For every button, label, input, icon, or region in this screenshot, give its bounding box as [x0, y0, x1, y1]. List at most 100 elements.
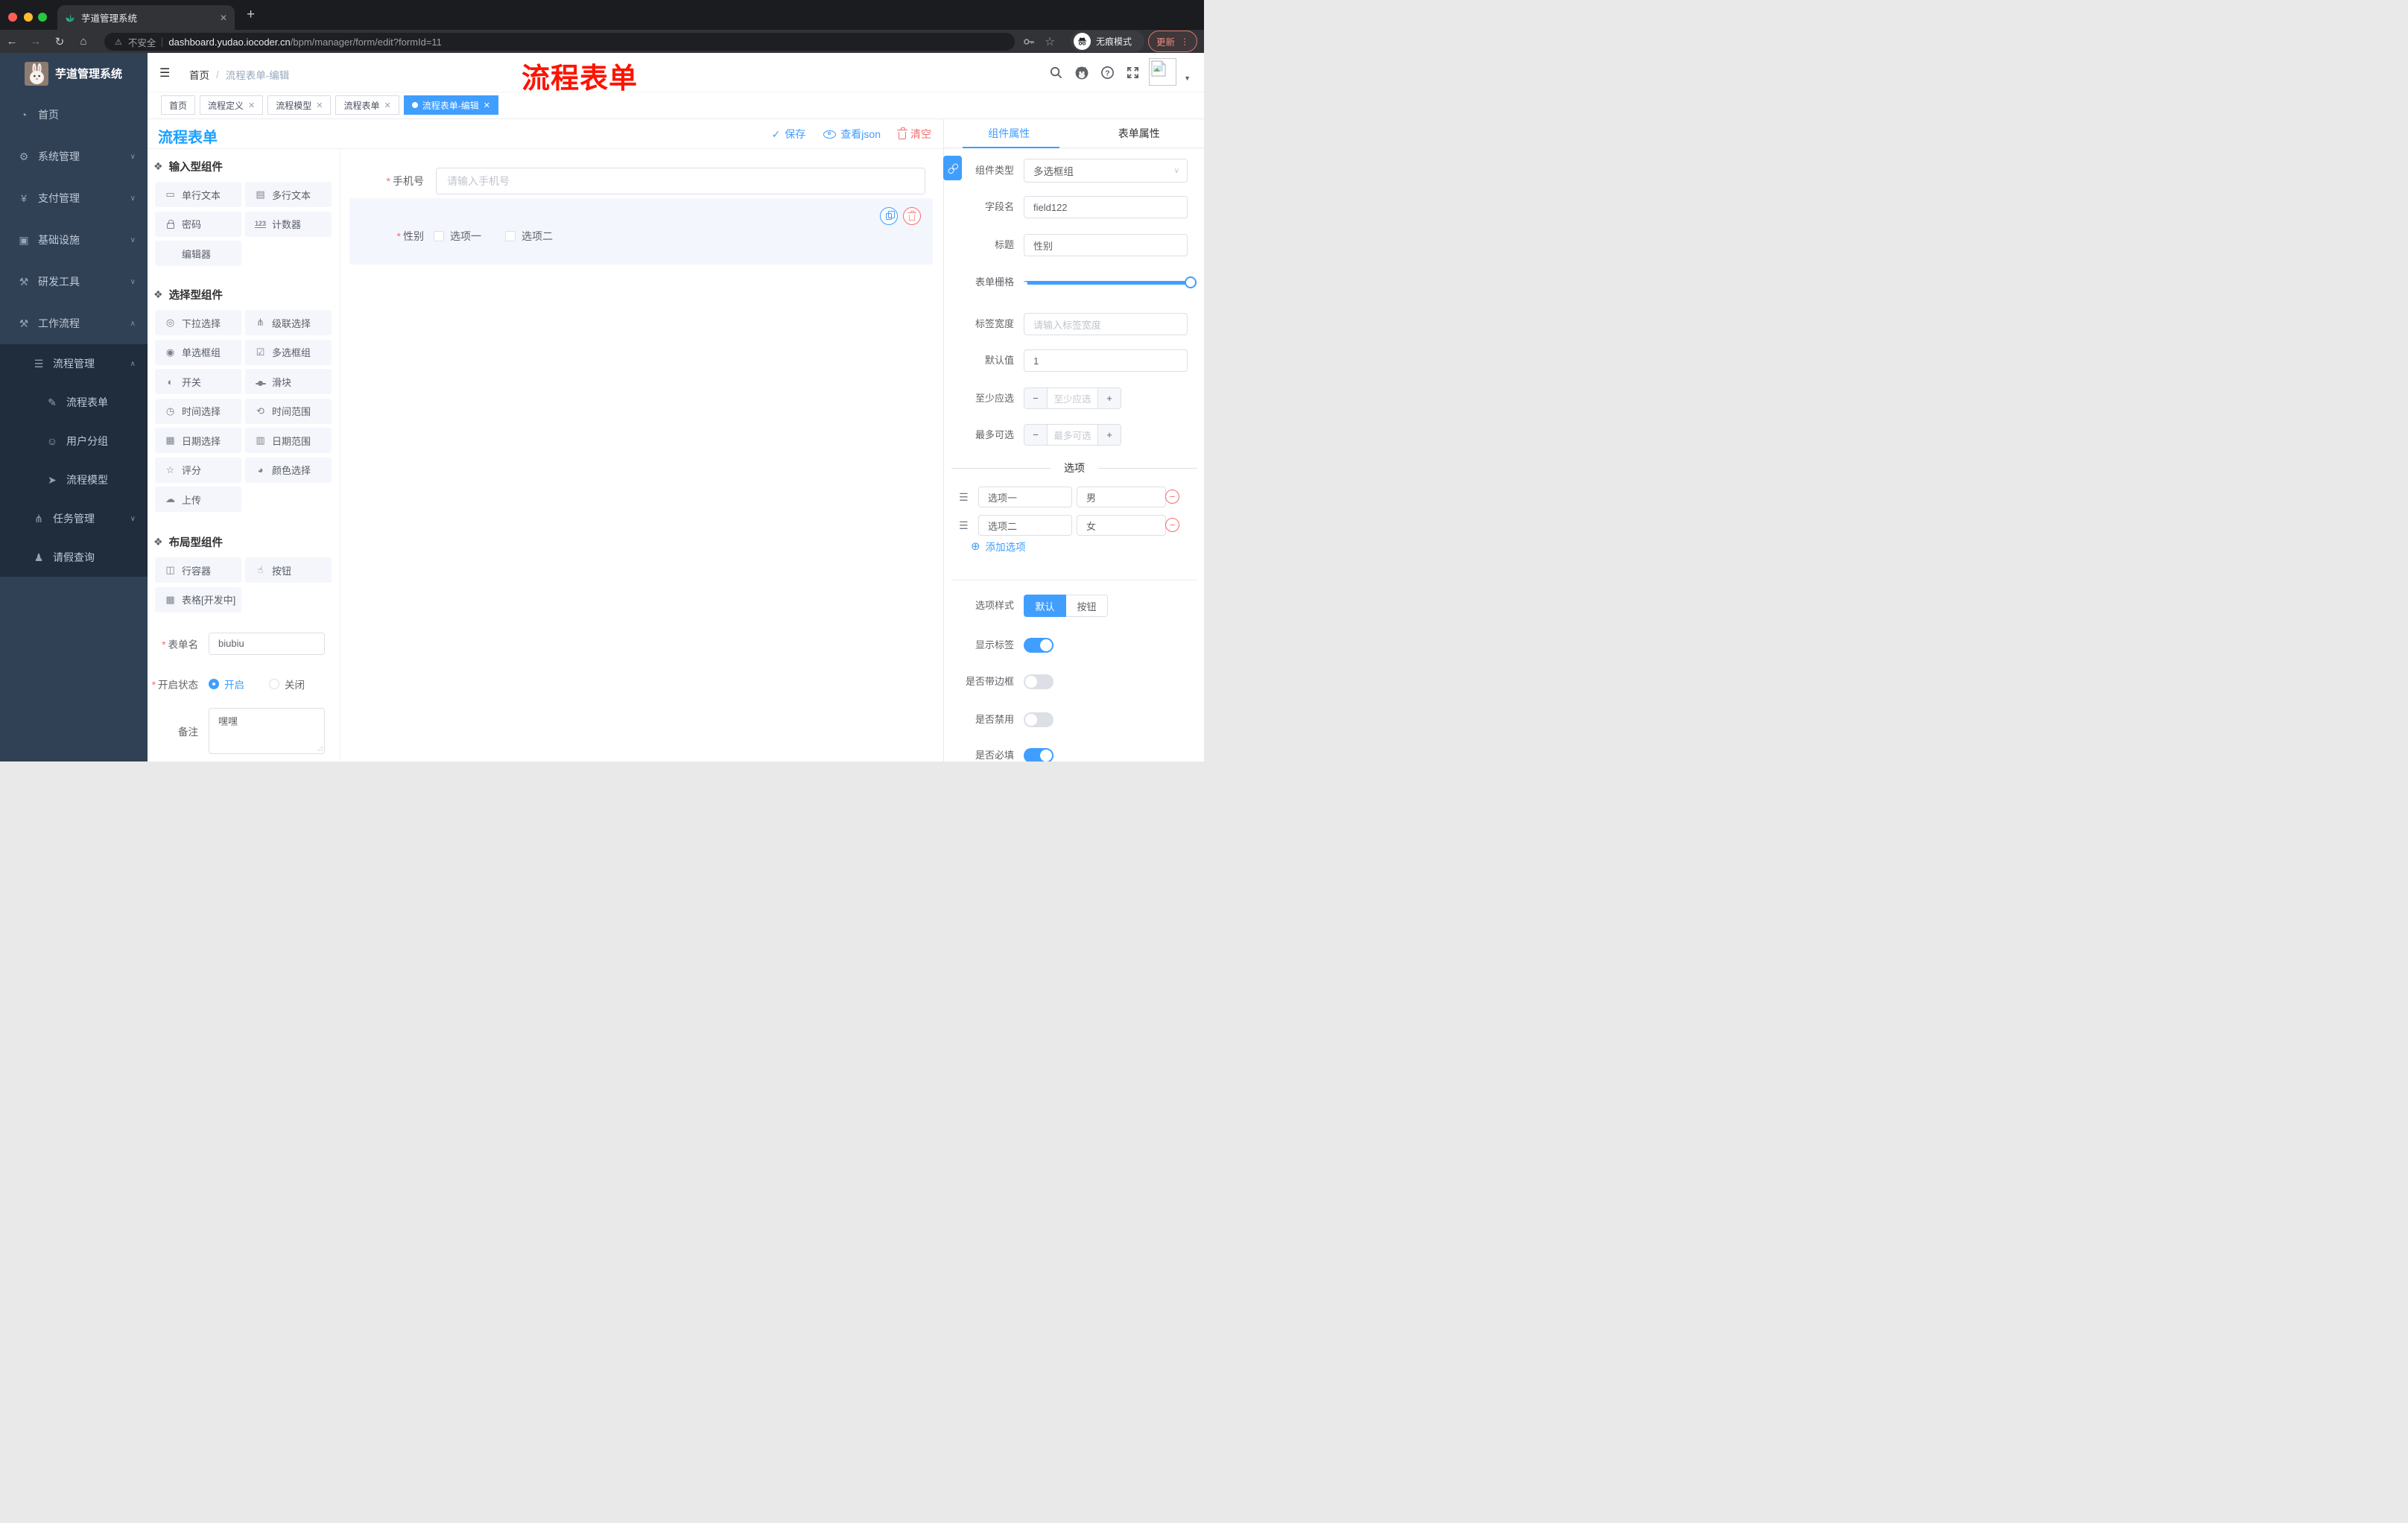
palette-item-计数器[interactable]: 123计数器 — [245, 212, 332, 237]
github-icon[interactable] — [1074, 66, 1089, 80]
delete-component-button[interactable] — [903, 207, 921, 225]
minus-button[interactable]: − — [1024, 425, 1048, 445]
reload-icon[interactable]: ↻ — [48, 35, 72, 48]
tab-close-icon[interactable]: ✕ — [220, 13, 227, 23]
copy-component-button[interactable] — [880, 207, 898, 225]
slider-handle[interactable] — [1185, 276, 1197, 288]
option-style-button[interactable]: 按钮 — [1066, 595, 1108, 617]
radio-open[interactable] — [209, 679, 219, 689]
radio-closed[interactable] — [269, 679, 279, 689]
toggle-switch[interactable] — [1024, 674, 1054, 689]
key-icon[interactable] — [1022, 35, 1036, 48]
view-json-button[interactable]: 查看json — [823, 127, 881, 142]
update-button[interactable]: 更新 ⋮ — [1148, 31, 1197, 52]
browser-menu-icon[interactable]: ⋮ — [1180, 37, 1189, 47]
palette-item-上传[interactable]: ☁上传 — [155, 487, 241, 512]
user-avatar[interactable] — [1149, 58, 1176, 86]
title-input[interactable]: 性别 — [1024, 234, 1188, 256]
sidebar-item-首页[interactable]: ◔首页 — [0, 94, 148, 136]
sidebar-item-请假查询[interactable]: ♟请假查询 — [0, 538, 148, 577]
option-value-input[interactable]: 男 — [1077, 487, 1166, 507]
address-bar[interactable]: ⚠ 不安全 dashboard.yudao.iocoder.cn/bpm/man… — [104, 33, 1015, 51]
palette-item-多行文本[interactable]: ▤多行文本 — [245, 182, 332, 207]
palette-item-开关[interactable]: ◐开关 — [155, 369, 241, 394]
window-minimize-button[interactable] — [24, 13, 33, 22]
minus-button[interactable]: − — [1024, 388, 1048, 408]
window-close-button[interactable] — [8, 13, 17, 22]
palette-item-日期选择[interactable]: ▦日期选择 — [155, 428, 241, 453]
close-icon[interactable]: ✕ — [316, 101, 323, 110]
checkbox-icon[interactable] — [505, 231, 516, 241]
option-label-input[interactable]: 选项二 — [978, 515, 1072, 536]
toggle-switch[interactable] — [1024, 712, 1054, 727]
tag-流程表单-编辑[interactable]: 流程表单-编辑✕ — [404, 95, 498, 115]
tab-component-props[interactable]: 组件属性 — [944, 119, 1074, 148]
sidebar-item-流程管理[interactable]: ☰流程管理∧ — [0, 344, 148, 383]
palette-item-多选框组[interactable]: ☑多选框组 — [245, 340, 332, 365]
bookmark-star-icon[interactable]: ☆ — [1045, 34, 1055, 49]
collapse-menu-icon[interactable]: ☰ — [159, 66, 170, 80]
form-remark-textarea[interactable]: 嘿嘿 ◿ — [209, 708, 325, 754]
close-icon[interactable]: ✕ — [248, 101, 255, 110]
remove-option-button[interactable]: − — [1165, 518, 1179, 532]
tag-流程定义[interactable]: 流程定义✕ — [200, 95, 263, 115]
option-label-input[interactable]: 选项一 — [978, 487, 1072, 507]
palette-item-编辑器[interactable]: 编辑器 — [155, 241, 241, 266]
palette-item-单行文本[interactable]: ▭单行文本 — [155, 182, 241, 207]
sidebar-item-工作流程[interactable]: ⚒工作流程∧ — [0, 303, 148, 344]
drag-handle-icon[interactable]: ☰ — [959, 491, 969, 504]
selected-component-row[interactable]: *性别 选项一选项二 — [349, 198, 933, 265]
checkbox-icon[interactable] — [434, 231, 444, 241]
radio-open-label[interactable]: 开启 — [224, 677, 244, 691]
fullscreen-icon[interactable] — [1126, 66, 1140, 80]
window-zoom-button[interactable] — [38, 13, 47, 22]
sidebar-item-支付管理[interactable]: ¥支付管理∨ — [0, 177, 148, 219]
checkbox-option[interactable]: 选项二 — [505, 229, 553, 244]
search-icon[interactable] — [1049, 66, 1063, 80]
sidebar-item-用户分组[interactable]: ☺用户分组 — [0, 422, 148, 460]
phone-field-input[interactable]: 请输入手机号 — [436, 168, 925, 194]
palette-item-表格[开发中][interactable]: ▦表格[开发中] — [155, 587, 241, 612]
browser-tab[interactable]: 芋道管理系统 ✕ — [57, 5, 235, 30]
label-width-input[interactable]: 请输入标签宽度 — [1024, 313, 1188, 335]
palette-item-日期范围[interactable]: ▥日期范围 — [245, 428, 332, 453]
home-icon[interactable]: ⌂ — [72, 35, 95, 48]
palette-item-时间选择[interactable]: ◷时间选择 — [155, 399, 241, 424]
component-type-select[interactable]: 多选框组 ∨ — [1024, 159, 1188, 183]
sidebar-item-基础设施[interactable]: ▣基础设施∨ — [0, 219, 148, 261]
sidebar-item-任务管理[interactable]: ⋔任务管理∨ — [0, 499, 148, 538]
plus-button[interactable]: + — [1097, 425, 1121, 445]
palette-item-下拉选择[interactable]: ◎下拉选择 — [155, 310, 241, 335]
help-icon[interactable]: ? — [1100, 66, 1115, 80]
tag-流程模型[interactable]: 流程模型✕ — [267, 95, 331, 115]
drag-handle-icon[interactable]: ☰ — [959, 519, 969, 532]
sidebar-item-流程模型[interactable]: ➤流程模型 — [0, 460, 148, 499]
close-icon[interactable]: ✕ — [384, 101, 391, 110]
checkbox-option[interactable]: 选项一 — [434, 229, 481, 244]
avatar-dropdown-icon[interactable]: ▼ — [1184, 75, 1191, 82]
form-name-input[interactable]: biubiu — [209, 633, 325, 655]
clear-button[interactable]: 清空 — [899, 127, 931, 142]
sidebar-item-流程表单[interactable]: ✎流程表单 — [0, 383, 148, 422]
grid-slider[interactable] — [1024, 281, 1191, 285]
radio-closed-label[interactable]: 关闭 — [285, 677, 305, 691]
field-name-input[interactable]: field122 — [1024, 196, 1188, 218]
new-tab-button[interactable]: + — [247, 7, 255, 23]
palette-item-单选框组[interactable]: ◉单选框组 — [155, 340, 241, 365]
palette-item-密码[interactable]: 密码 — [155, 212, 241, 237]
palette-item-颜色选择[interactable]: ◕颜色选择 — [245, 457, 332, 483]
close-icon[interactable]: ✕ — [484, 101, 490, 110]
palette-item-滑块[interactable]: 滑块 — [245, 369, 332, 394]
palette-item-行容器[interactable]: ◫行容器 — [155, 557, 241, 583]
option-style-default[interactable]: 默认 — [1024, 595, 1066, 617]
save-button[interactable]: ✓ 保存 — [772, 127, 806, 142]
plus-button[interactable]: + — [1097, 388, 1121, 408]
resize-handle-icon[interactable]: ◿ — [317, 744, 323, 753]
remove-option-button[interactable]: − — [1165, 490, 1179, 504]
max-select-placeholder[interactable]: 最多可选 — [1048, 425, 1097, 445]
palette-item-评分[interactable]: ☆评分 — [155, 457, 241, 483]
option-value-input[interactable]: 女 — [1077, 515, 1166, 536]
toggle-switch[interactable] — [1024, 638, 1054, 653]
sidebar-item-系统管理[interactable]: ⚙系统管理∨ — [0, 136, 148, 177]
default-value-input[interactable]: 1 — [1024, 349, 1188, 372]
